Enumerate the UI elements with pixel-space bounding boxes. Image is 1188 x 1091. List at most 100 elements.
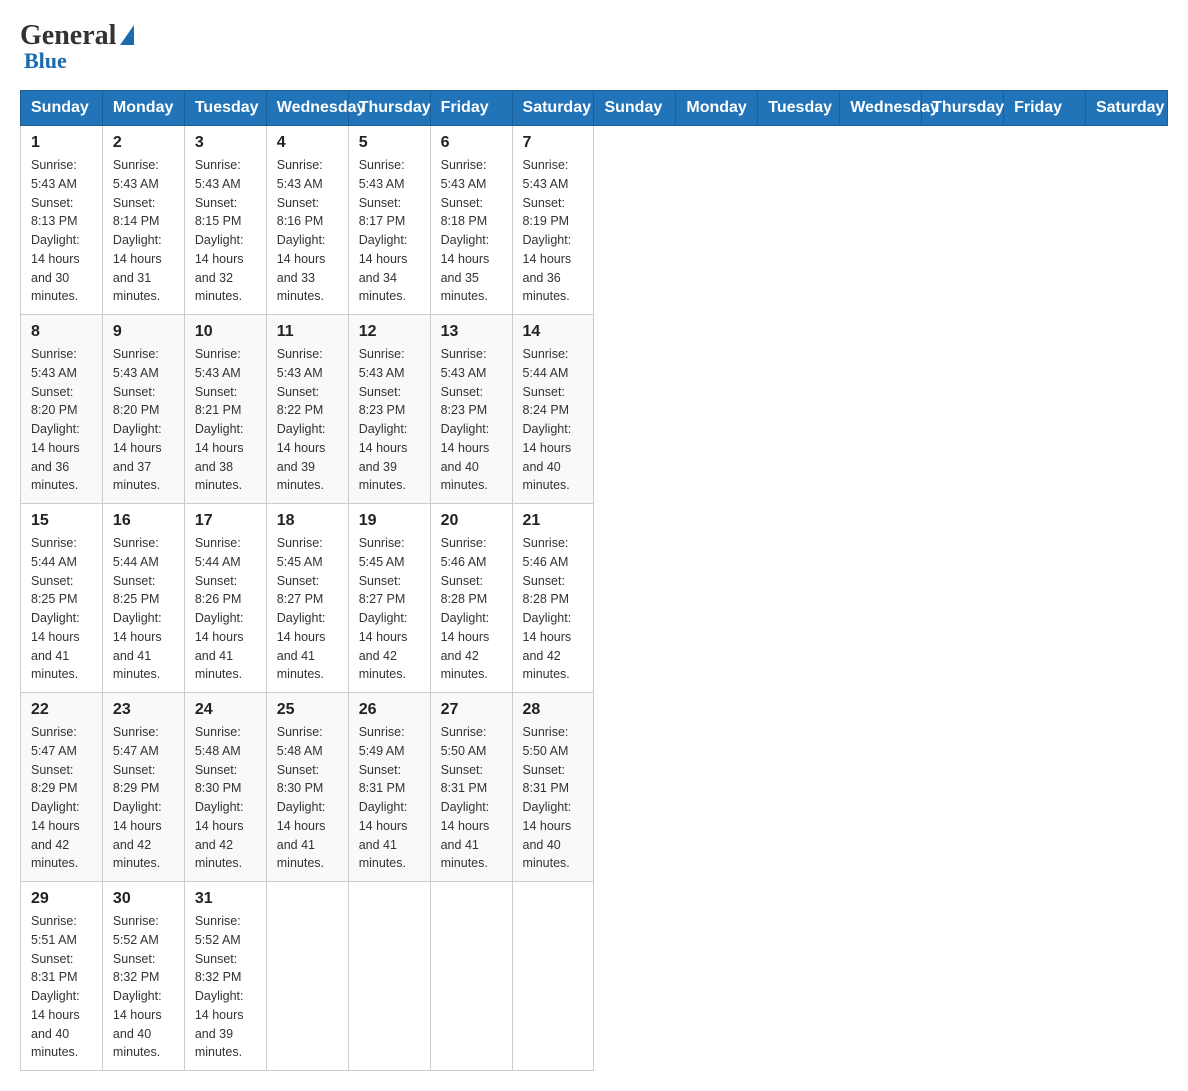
day-info: Sunrise: 5:44 AMSunset: 8:25 PMDaylight:… <box>31 534 92 684</box>
calendar-cell <box>512 882 594 1071</box>
header-day-thursday: Thursday <box>348 91 430 126</box>
day-number: 21 <box>523 512 584 530</box>
header-day-saturday: Saturday <box>1085 91 1167 126</box>
calendar-cell: 24 Sunrise: 5:48 AMSunset: 8:30 PMDayligh… <box>184 693 266 882</box>
day-info: Sunrise: 5:49 AMSunset: 8:31 PMDaylight:… <box>359 723 420 873</box>
day-number: 14 <box>523 323 584 341</box>
day-number: 28 <box>523 701 584 719</box>
logo: General Blue <box>20 20 134 74</box>
calendar-cell <box>348 882 430 1071</box>
day-number: 17 <box>195 512 256 530</box>
day-info: Sunrise: 5:50 AMSunset: 8:31 PMDaylight:… <box>523 723 584 873</box>
calendar-cell: 8Sunrise: 5:43 AMSunset: 8:20 PMDaylight… <box>21 315 103 504</box>
day-info: Sunrise: 5:43 AMSunset: 8:20 PMDaylight:… <box>113 345 174 495</box>
day-number: 20 <box>441 512 502 530</box>
calendar-week-row: 1 Sunrise: 5:43 AMSunset: 8:13 PMDaylight… <box>21 126 1168 315</box>
calendar-cell: 26 Sunrise: 5:49 AMSunset: 8:31 PMDayligh… <box>348 693 430 882</box>
day-number: 8 <box>31 323 92 341</box>
day-number: 10 <box>195 323 256 341</box>
day-number: 3 <box>195 134 256 152</box>
day-number: 26 <box>359 701 420 719</box>
calendar-cell: 22Sunrise: 5:47 AMSunset: 8:29 PMDayligh… <box>21 693 103 882</box>
day-number: 24 <box>195 701 256 719</box>
calendar-cell: 16 Sunrise: 5:44 AMSunset: 8:25 PMDayligh… <box>102 504 184 693</box>
day-number: 2 <box>113 134 174 152</box>
header-day-tuesday: Tuesday <box>184 91 266 126</box>
calendar-cell: 11 Sunrise: 5:43 AMSunset: 8:22 PMDayligh… <box>266 315 348 504</box>
day-number: 13 <box>441 323 502 341</box>
day-number: 5 <box>359 134 420 152</box>
calendar-week-row: 8 Sunrise: 5:43 AMSunset: 8:20 PMDaylight… <box>21 315 1168 504</box>
header-day-saturday: Saturday <box>512 91 594 126</box>
header-day-thursday: Thursday <box>922 91 1004 126</box>
day-info: Sunrise: 5:51 AMSunset: 8:31 PMDaylight:… <box>31 912 92 1062</box>
calendar-week-row: 29 Sunrise: 5:51 AMSunset: 8:31 PMDayligh… <box>21 882 1168 1071</box>
day-number: 30 <box>113 890 174 908</box>
day-info: Sunrise: 5:46 AMSunset: 8:28 PMDaylight:… <box>441 534 502 684</box>
calendar-cell: 7 Sunrise: 5:43 AMSunset: 8:19 PMDaylight… <box>512 126 594 315</box>
page-header: General Blue <box>20 20 1168 74</box>
day-info: Sunrise: 5:44 AMSunset: 8:26 PMDaylight:… <box>195 534 256 684</box>
day-info: Sunrise: 5:44 AMSunset: 8:24 PMDaylight:… <box>523 345 584 495</box>
day-info: Sunrise: 5:43 AMSunset: 8:17 PMDaylight:… <box>359 156 420 306</box>
calendar-cell <box>430 882 512 1071</box>
day-info: Sunrise: 5:43 AMSunset: 8:21 PMDaylight:… <box>195 345 256 495</box>
day-info: Sunrise: 5:52 AMSunset: 8:32 PMDaylight:… <box>195 912 256 1062</box>
day-info: Sunrise: 5:43 AMSunset: 8:18 PMDaylight:… <box>441 156 502 306</box>
calendar-cell: 25Sunrise: 5:48 AMSunset: 8:30 PMDayligh… <box>266 693 348 882</box>
calendar-cell: 6Sunrise: 5:43 AMSunset: 8:18 PMDaylight… <box>430 126 512 315</box>
calendar-cell: 15Sunrise: 5:44 AMSunset: 8:25 PMDayligh… <box>21 504 103 693</box>
day-number: 22 <box>31 701 92 719</box>
calendar-cell: 29 Sunrise: 5:51 AMSunset: 8:31 PMDayligh… <box>21 882 103 1071</box>
calendar-cell: 5 Sunrise: 5:43 AMSunset: 8:17 PMDaylight… <box>348 126 430 315</box>
header-day-friday: Friday <box>1004 91 1086 126</box>
calendar-cell: 31 Sunrise: 5:52 AMSunset: 8:32 PMDayligh… <box>184 882 266 1071</box>
day-number: 9 <box>113 323 174 341</box>
header-day-tuesday: Tuesday <box>758 91 840 126</box>
calendar-cell: 14 Sunrise: 5:44 AMSunset: 8:24 PMDayligh… <box>512 315 594 504</box>
day-info: Sunrise: 5:44 AMSunset: 8:25 PMDaylight:… <box>113 534 174 684</box>
day-number: 11 <box>277 323 338 341</box>
day-info: Sunrise: 5:48 AMSunset: 8:30 PMDaylight:… <box>195 723 256 873</box>
header-day-wednesday: Wednesday <box>266 91 348 126</box>
calendar-cell: 27 Sunrise: 5:50 AMSunset: 8:31 PMDayligh… <box>430 693 512 882</box>
day-info: Sunrise: 5:52 AMSunset: 8:32 PMDaylight:… <box>113 912 174 1062</box>
day-number: 31 <box>195 890 256 908</box>
day-info: Sunrise: 5:43 AMSunset: 8:15 PMDaylight:… <box>195 156 256 306</box>
calendar-cell: 3 Sunrise: 5:43 AMSunset: 8:15 PMDaylight… <box>184 126 266 315</box>
header-day-monday: Monday <box>102 91 184 126</box>
day-number: 16 <box>113 512 174 530</box>
day-info: Sunrise: 5:43 AMSunset: 8:19 PMDaylight:… <box>523 156 584 306</box>
day-info: Sunrise: 5:43 AMSunset: 8:23 PMDaylight:… <box>359 345 420 495</box>
day-info: Sunrise: 5:43 AMSunset: 8:16 PMDaylight:… <box>277 156 338 306</box>
header-day-monday: Monday <box>676 91 758 126</box>
calendar-table: SundayMondayTuesdayWednesdayThursdayFrid… <box>20 90 1168 1071</box>
calendar-week-row: 22Sunrise: 5:47 AMSunset: 8:29 PMDayligh… <box>21 693 1168 882</box>
day-number: 27 <box>441 701 502 719</box>
calendar-cell: 13Sunrise: 5:43 AMSunset: 8:23 PMDayligh… <box>430 315 512 504</box>
logo-blue-text: Blue <box>20 48 67 74</box>
calendar-cell: 20 Sunrise: 5:46 AMSunset: 8:28 PMDayligh… <box>430 504 512 693</box>
header-day-wednesday: Wednesday <box>840 91 922 126</box>
day-number: 18 <box>277 512 338 530</box>
day-number: 1 <box>31 134 92 152</box>
calendar-cell: 18Sunrise: 5:45 AMSunset: 8:27 PMDayligh… <box>266 504 348 693</box>
day-number: 7 <box>523 134 584 152</box>
day-info: Sunrise: 5:48 AMSunset: 8:30 PMDaylight:… <box>277 723 338 873</box>
day-number: 12 <box>359 323 420 341</box>
calendar-cell: 1 Sunrise: 5:43 AMSunset: 8:13 PMDaylight… <box>21 126 103 315</box>
calendar-header-row: SundayMondayTuesdayWednesdayThursdayFrid… <box>21 91 1168 126</box>
calendar-cell: 19Sunrise: 5:45 AMSunset: 8:27 PMDayligh… <box>348 504 430 693</box>
calendar-cell: 4Sunrise: 5:43 AMSunset: 8:16 PMDaylight… <box>266 126 348 315</box>
calendar-cell: 12 Sunrise: 5:43 AMSunset: 8:23 PMDayligh… <box>348 315 430 504</box>
day-info: Sunrise: 5:50 AMSunset: 8:31 PMDaylight:… <box>441 723 502 873</box>
calendar-cell: 23Sunrise: 5:47 AMSunset: 8:29 PMDayligh… <box>102 693 184 882</box>
calendar-week-row: 15Sunrise: 5:44 AMSunset: 8:25 PMDayligh… <box>21 504 1168 693</box>
day-number: 19 <box>359 512 420 530</box>
logo-triangle-icon <box>120 25 134 45</box>
day-info: Sunrise: 5:43 AMSunset: 8:13 PMDaylight:… <box>31 156 92 306</box>
day-number: 29 <box>31 890 92 908</box>
day-info: Sunrise: 5:43 AMSunset: 8:22 PMDaylight:… <box>277 345 338 495</box>
header-day-friday: Friday <box>430 91 512 126</box>
header-day-sunday: Sunday <box>21 91 103 126</box>
